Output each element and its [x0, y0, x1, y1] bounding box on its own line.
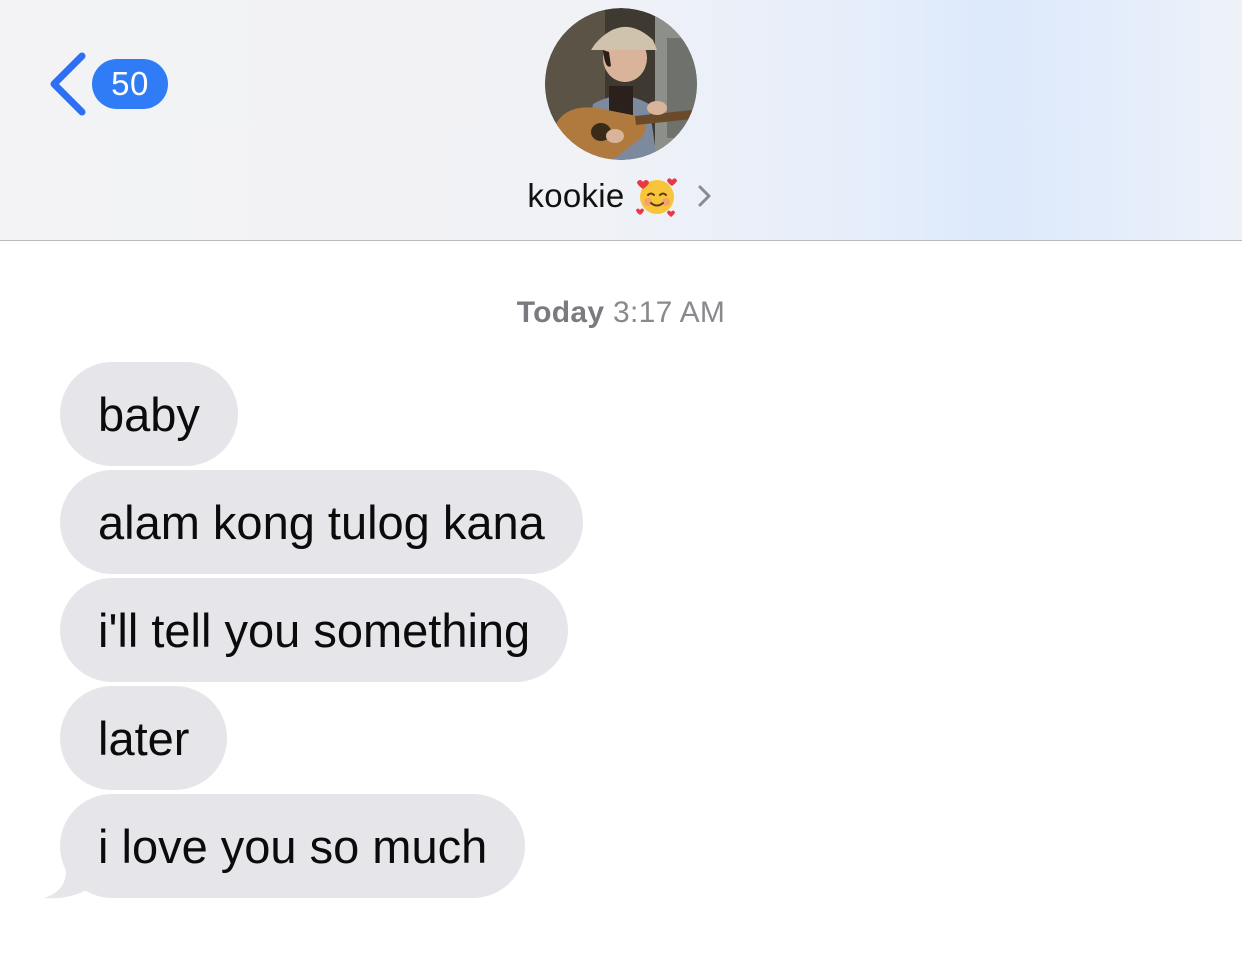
message-list: baby alam kong tulog kana i'll tell you …	[0, 0, 1242, 963]
message-text: i love you so much	[98, 819, 488, 873]
message-text: i'll tell you something	[98, 603, 531, 657]
message-bubble[interactable]: later	[60, 686, 228, 790]
message-bubble[interactable]: i love you so much	[60, 794, 526, 898]
message-bubble[interactable]: i'll tell you something	[60, 578, 569, 682]
message-text: baby	[98, 387, 200, 441]
message-text: later	[98, 711, 190, 765]
message-bubble[interactable]: baby	[60, 362, 238, 466]
message-text: alam kong tulog kana	[98, 495, 545, 549]
message-bubble[interactable]: alam kong tulog kana	[60, 470, 583, 574]
